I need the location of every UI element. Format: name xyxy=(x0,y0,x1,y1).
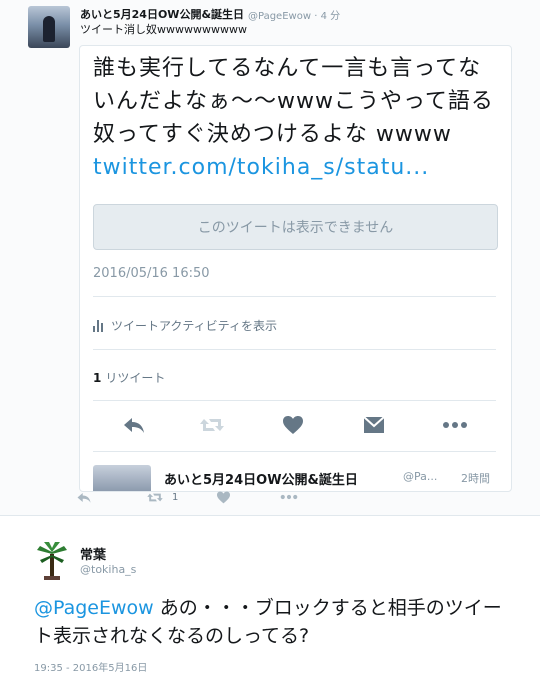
tweet-text: ツイート消し奴wwwwwwwwww xyxy=(80,23,247,36)
reply-author-name[interactable]: あいと5月24日OW公開&誕生日 xyxy=(164,469,358,488)
tweet-activity-link[interactable]: ツイートアクティビティを表示 xyxy=(93,317,277,334)
retweet-icon[interactable] xyxy=(197,410,227,440)
dm-icon[interactable] xyxy=(359,410,389,440)
avatar[interactable] xyxy=(34,540,70,580)
quoted-tweet-text: 誰も実行してるなんて一言も言ってないんだよなぁ〜〜wwwこうやって語る奴ってすぐ… xyxy=(93,52,503,184)
divider xyxy=(93,296,496,297)
tweet-text: @PageEwow あの・・・ブロックすると相手のツイート表示されなくなるのしっ… xyxy=(34,594,514,650)
tweet-time[interactable]: 4 分 xyxy=(321,11,341,22)
author-handle-time[interactable]: @PageEwow · 4 分 xyxy=(248,7,340,22)
like-icon[interactable] xyxy=(216,487,231,507)
quoted-text-body: 誰も実行してるなんて一言も言ってないんだよなぁ〜〜wwwこうやって語る奴ってすぐ… xyxy=(93,56,494,147)
author-handle[interactable]: @tokiha_s xyxy=(80,563,136,576)
tweet-activity-label: ツイートアクティビティを表示 xyxy=(111,319,277,333)
divider xyxy=(93,400,496,401)
divider xyxy=(93,451,496,452)
author-handle[interactable]: @PageEwow xyxy=(248,11,311,22)
retweet-stats[interactable]: 1 リツイート xyxy=(93,369,165,386)
tweet-timestamp[interactable]: 19:35 - 2016年5月16日 xyxy=(34,659,147,674)
tweet-date: 2016/05/16 16:50 xyxy=(93,266,210,281)
divider xyxy=(0,515,540,516)
avatar[interactable] xyxy=(28,6,70,48)
retweet-label: リツイート xyxy=(105,371,166,385)
quoted-tweet-link[interactable]: twitter.com/tokiha_s/statu... xyxy=(93,155,429,180)
author-name[interactable]: 常葉 xyxy=(80,544,106,563)
outer-tweet-actions: 1 xyxy=(76,487,336,507)
retweet-icon[interactable]: 1 xyxy=(146,487,178,507)
tweet-actions xyxy=(93,410,496,442)
more-icon[interactable] xyxy=(440,410,470,440)
like-icon[interactable] xyxy=(278,410,308,440)
more-icon[interactable] xyxy=(280,487,298,507)
reply-icon[interactable] xyxy=(76,487,92,507)
mention-link[interactable]: @PageEwow xyxy=(34,597,154,619)
withheld-tweet-notice: このツイートは表示できません xyxy=(93,204,498,250)
quoted-tweet-card[interactable]: 誰も実行してるなんて一言も言ってないんだよなぁ〜〜wwwこうやって語る奴ってすぐ… xyxy=(79,45,512,492)
bar-chart-icon xyxy=(93,319,103,332)
retweet-count: 1 xyxy=(172,491,179,503)
divider xyxy=(93,349,496,350)
retweet-count: 1 xyxy=(93,371,102,385)
reply-author-handle[interactable]: @Pa... xyxy=(403,470,437,483)
reply-icon[interactable] xyxy=(119,410,149,440)
author-name[interactable]: あいと5月24日OW公開&誕生日 xyxy=(80,6,244,22)
reply-time[interactable]: 2時間 xyxy=(461,470,490,486)
